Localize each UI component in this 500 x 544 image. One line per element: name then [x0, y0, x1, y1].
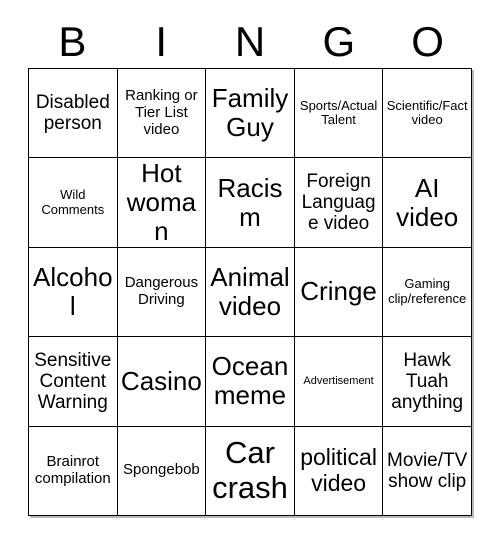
bingo-cell[interactable]: Animal video [206, 247, 295, 338]
bingo-cell[interactable]: Sports/Actual Talent [294, 69, 384, 159]
bingo-cell[interactable]: Sensitive Content Warning [29, 337, 118, 427]
bingo-cell[interactable]: Brainrot compilation [29, 426, 118, 517]
bingo-cell[interactable]: Hawk Tuah anything [383, 337, 472, 427]
bingo-cell[interactable]: Wild Comments [29, 158, 118, 248]
bingo-header-letter-g: G [322, 18, 356, 65]
bingo-cell[interactable]: Disabled person [29, 69, 118, 159]
bingo-cell[interactable]: Scientific/Fact video [383, 69, 472, 159]
bingo-header-letter-b: B [58, 18, 87, 65]
bingo-header: B I N G O [28, 16, 472, 68]
bingo-cell[interactable]: Movie/TV show clip [383, 426, 472, 517]
bingo-row: Wild Comments Hot woman Racism Foreign L… [29, 158, 472, 248]
bingo-cell[interactable]: Ranking or Tier List video [117, 69, 207, 159]
bingo-header-letter-o: O [411, 18, 444, 65]
bingo-cell[interactable]: Foreign Language video [294, 158, 384, 248]
bingo-cell[interactable]: Family Guy [206, 69, 295, 159]
bingo-row: Disabled person Ranking or Tier List vid… [29, 69, 472, 159]
bingo-cell[interactable]: Car crash [206, 426, 295, 517]
bingo-cell[interactable]: Cringe [294, 247, 384, 338]
bingo-cell[interactable]: Advertisement [294, 337, 384, 427]
bingo-cell[interactable]: Dangerous Driving [117, 247, 207, 338]
bingo-cell[interactable]: Alcohol [29, 247, 118, 338]
bingo-cell[interactable]: AI video [383, 158, 472, 248]
bingo-cell[interactable]: political video [294, 426, 384, 517]
bingo-row: Sensitive Content Warning Casino Ocean m… [29, 337, 472, 427]
bingo-card: B I N G O Disabled person Ranking or Tie… [0, 0, 500, 544]
bingo-cell[interactable]: Ocean meme [206, 337, 295, 427]
bingo-row: Brainrot compilation Spongebob Car crash… [29, 426, 472, 517]
bingo-row: Alcohol Dangerous Driving Animal video C… [29, 247, 472, 338]
bingo-cell[interactable]: Racism [206, 158, 295, 248]
bingo-cell[interactable]: Casino [117, 337, 207, 427]
bingo-cell[interactable]: Spongebob [117, 426, 207, 517]
bingo-cell[interactable]: Gaming clip/reference [383, 247, 472, 338]
bingo-cell[interactable]: Hot woman [117, 158, 207, 248]
bingo-header-letter-i: I [155, 18, 168, 65]
bingo-header-letter-n: N [234, 18, 266, 65]
bingo-grid: Disabled person Ranking or Tier List vid… [28, 68, 472, 517]
